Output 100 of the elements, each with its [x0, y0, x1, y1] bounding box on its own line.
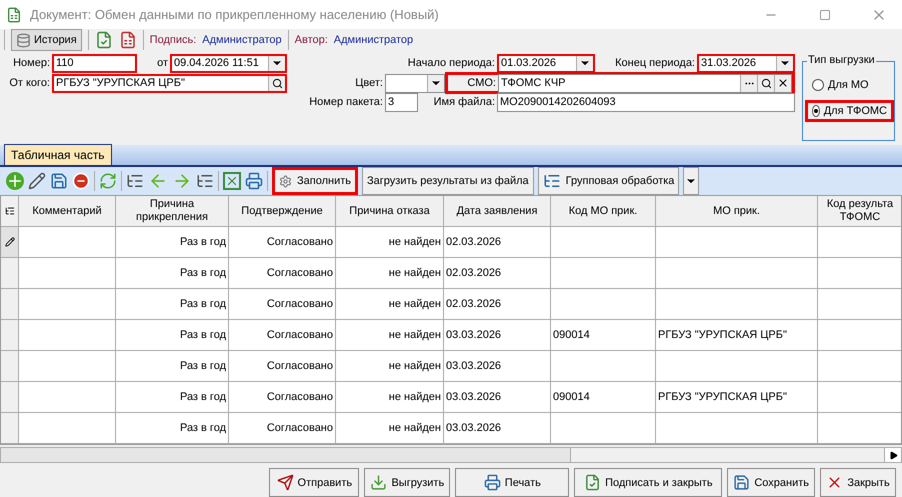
table-cell: РГБУЗ "УРУПСКАЯ ЦРБ"	[656, 320, 818, 352]
author-value: Администратор	[334, 34, 414, 46]
column-header[interactable]: Причина прикрепления	[116, 196, 229, 228]
table-cell: Раз в год	[116, 382, 229, 414]
arrow-icon	[276, 474, 294, 491]
scroll-right-icon	[888, 450, 898, 460]
table-cell: Согласовано	[229, 258, 336, 290]
gear-icon	[279, 174, 292, 188]
radio-option[interactable]: Для ТФОМС	[805, 100, 894, 122]
signature-value: Администратор	[202, 34, 282, 46]
table-cell: Согласовано	[229, 351, 336, 382]
table-cell: 03.03.2026	[444, 351, 551, 382]
table-cell: не найден	[336, 258, 444, 290]
sign-button[interactable]: Подписать и закрыть	[574, 468, 722, 497]
edit-icon[interactable]	[28, 172, 46, 190]
dropdown-icon[interactable]	[683, 167, 700, 196]
fill-button[interactable]: Заполнить	[272, 167, 358, 196]
table-cell: 02.03.2026	[444, 258, 551, 290]
table-cell: Раз в год	[116, 320, 229, 352]
table-cell: РГБУЗ "УРУПСКАЯ ЦРБ"	[656, 382, 818, 414]
table-cell: не найден	[336, 351, 444, 382]
field-label: от	[156, 57, 169, 70]
table-cell: не найден	[336, 382, 444, 414]
horizontal-scrollbar[interactable]	[0, 447, 902, 463]
column-header[interactable]: МО прик.	[656, 196, 818, 228]
table-cell: не найден	[336, 289, 444, 320]
header-corner[interactable]	[1, 196, 19, 228]
save-icon[interactable]	[50, 172, 68, 190]
field-label: Имя файла:	[432, 96, 496, 108]
delete-icon[interactable]	[72, 172, 90, 190]
field-label: Начало периода:	[406, 57, 496, 70]
history-button[interactable]: История	[11, 29, 82, 52]
input-field[interactable]: РГБУЗ "УРУПСКАЯ ЦРБ"	[52, 74, 287, 93]
table-cell: Раз в год	[116, 351, 229, 382]
export-button[interactable]: Выгрузить	[364, 468, 450, 497]
field-label: Номер:	[12, 57, 51, 70]
input-field[interactable]: 3	[385, 92, 418, 112]
window-title: Документ: Обмен данными по прикрепленному населению (Новый)	[30, 7, 440, 22]
list-icon	[4, 206, 14, 216]
load-results-button[interactable]: Загрузить результаты из файла	[362, 167, 534, 196]
column-header[interactable]: Код результа ТФОМС	[818, 196, 901, 228]
dropdown-icon[interactable]	[776, 56, 793, 71]
table-cell: Раз в год	[116, 227, 229, 258]
pencil-icon	[4, 237, 14, 248]
input-field[interactable]: 01.03.2026	[497, 54, 595, 73]
column-header[interactable]: Комментарий	[19, 196, 116, 228]
column-header[interactable]: Подтверждение	[229, 196, 336, 228]
table-cell: Согласовано	[229, 227, 336, 258]
print-button[interactable]: Печать	[455, 468, 570, 497]
field-label: Номер пакета:	[308, 96, 384, 108]
author-label: Автор:	[294, 34, 328, 46]
document-icon	[6, 6, 22, 23]
search-icon[interactable]	[757, 74, 774, 92]
table-cell: 03.03.2026	[444, 382, 551, 414]
input-field[interactable]: 110	[52, 54, 137, 73]
clear-icon[interactable]	[774, 74, 791, 92]
table-cell: 090014	[551, 382, 656, 414]
column-header[interactable]: Дата заявления	[444, 196, 551, 228]
table-cell: 03.03.2026	[444, 413, 551, 444]
excel-icon[interactable]	[223, 172, 241, 190]
add-icon[interactable]	[6, 172, 24, 190]
save-button[interactable]: Сохранить	[727, 468, 815, 497]
document-check-icon	[584, 474, 602, 491]
column-header[interactable]: Код МО прик.	[551, 196, 656, 228]
refresh-icon[interactable]	[99, 172, 117, 190]
table-cell: Раз в год	[116, 258, 229, 290]
search-icon[interactable]	[268, 76, 285, 91]
database-icon	[16, 32, 31, 48]
field-label: Конец периода:	[614, 57, 696, 70]
column-header[interactable]: Причина отказа	[336, 196, 444, 228]
dropdown-icon[interactable]	[268, 56, 285, 71]
tab[interactable]: Табличная часть	[4, 144, 112, 166]
print-icon[interactable]	[245, 172, 263, 190]
more-icon[interactable]	[740, 74, 757, 92]
table-cell: не найден	[336, 227, 444, 258]
dropdown-icon[interactable]	[427, 74, 444, 92]
table-cell: не найден	[336, 320, 444, 352]
input-field[interactable]: 09.04.2026 11:51	[170, 54, 287, 73]
close-button[interactable]: Закрыть	[820, 468, 896, 497]
send-button[interactable]: Отправить	[269, 468, 360, 497]
table-cell: Согласовано	[229, 413, 336, 444]
table-cell: 02.03.2026	[444, 227, 551, 258]
unsign-document-icon[interactable]	[118, 31, 137, 50]
table-cell: Раз в год	[116, 413, 229, 444]
input-field[interactable]: MO2090014202604093	[497, 92, 795, 112]
row-header[interactable]	[1, 227, 19, 258]
input-field[interactable]: ТФОМС КЧР	[498, 74, 792, 93]
field-label: СМО:	[466, 77, 497, 90]
table-cell: не найден	[336, 413, 444, 444]
printer-icon	[484, 474, 501, 491]
table-cell: Согласовано	[229, 289, 336, 320]
table-cell: 090014	[551, 320, 656, 352]
sign-document-icon[interactable]	[94, 31, 113, 50]
color-dropdown[interactable]	[385, 74, 445, 93]
dropdown-icon[interactable]	[576, 56, 593, 71]
group-processing-button[interactable]: Групповая обработка	[538, 167, 680, 196]
signature-label: Подпись:	[150, 34, 196, 46]
download-icon	[370, 474, 388, 491]
table-cell: Согласовано	[229, 382, 336, 414]
input-field[interactable]: 31.03.2026	[697, 54, 795, 73]
